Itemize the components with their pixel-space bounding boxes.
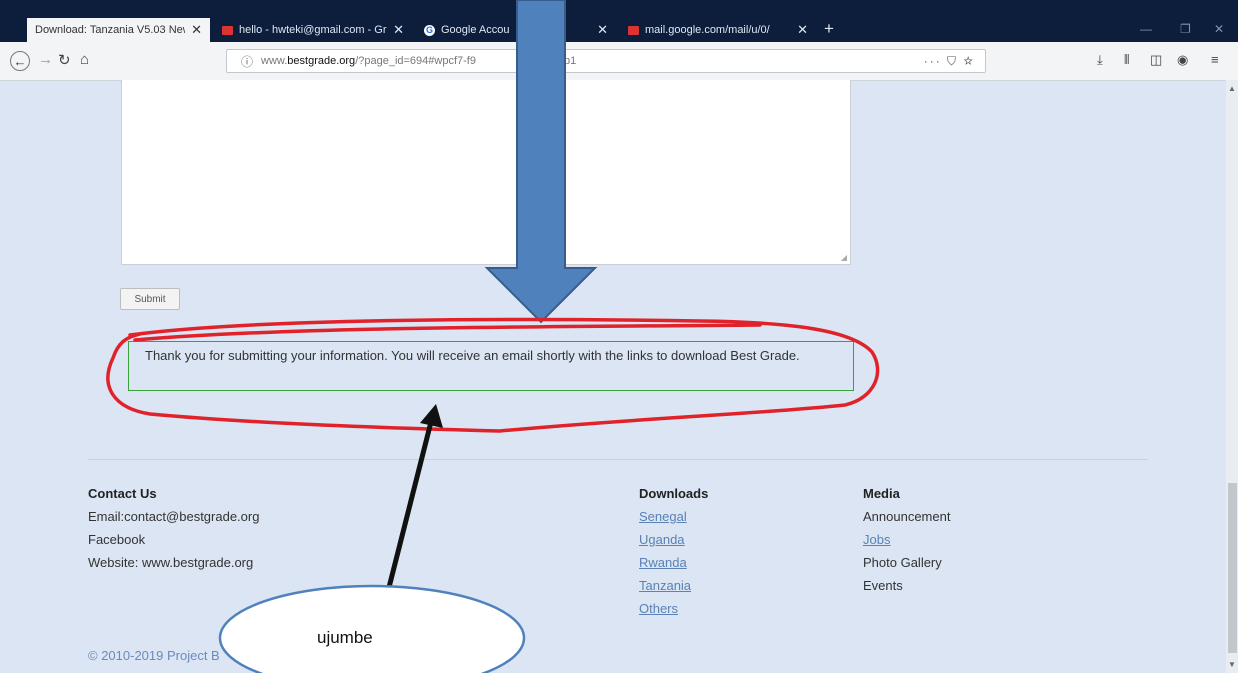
blue-arrow-down xyxy=(484,0,598,324)
black-pointer-head xyxy=(420,404,443,428)
callout-label: ujumbe xyxy=(317,628,373,647)
annotation-overlay xyxy=(106,0,880,673)
red-circle-highlight xyxy=(106,317,880,433)
